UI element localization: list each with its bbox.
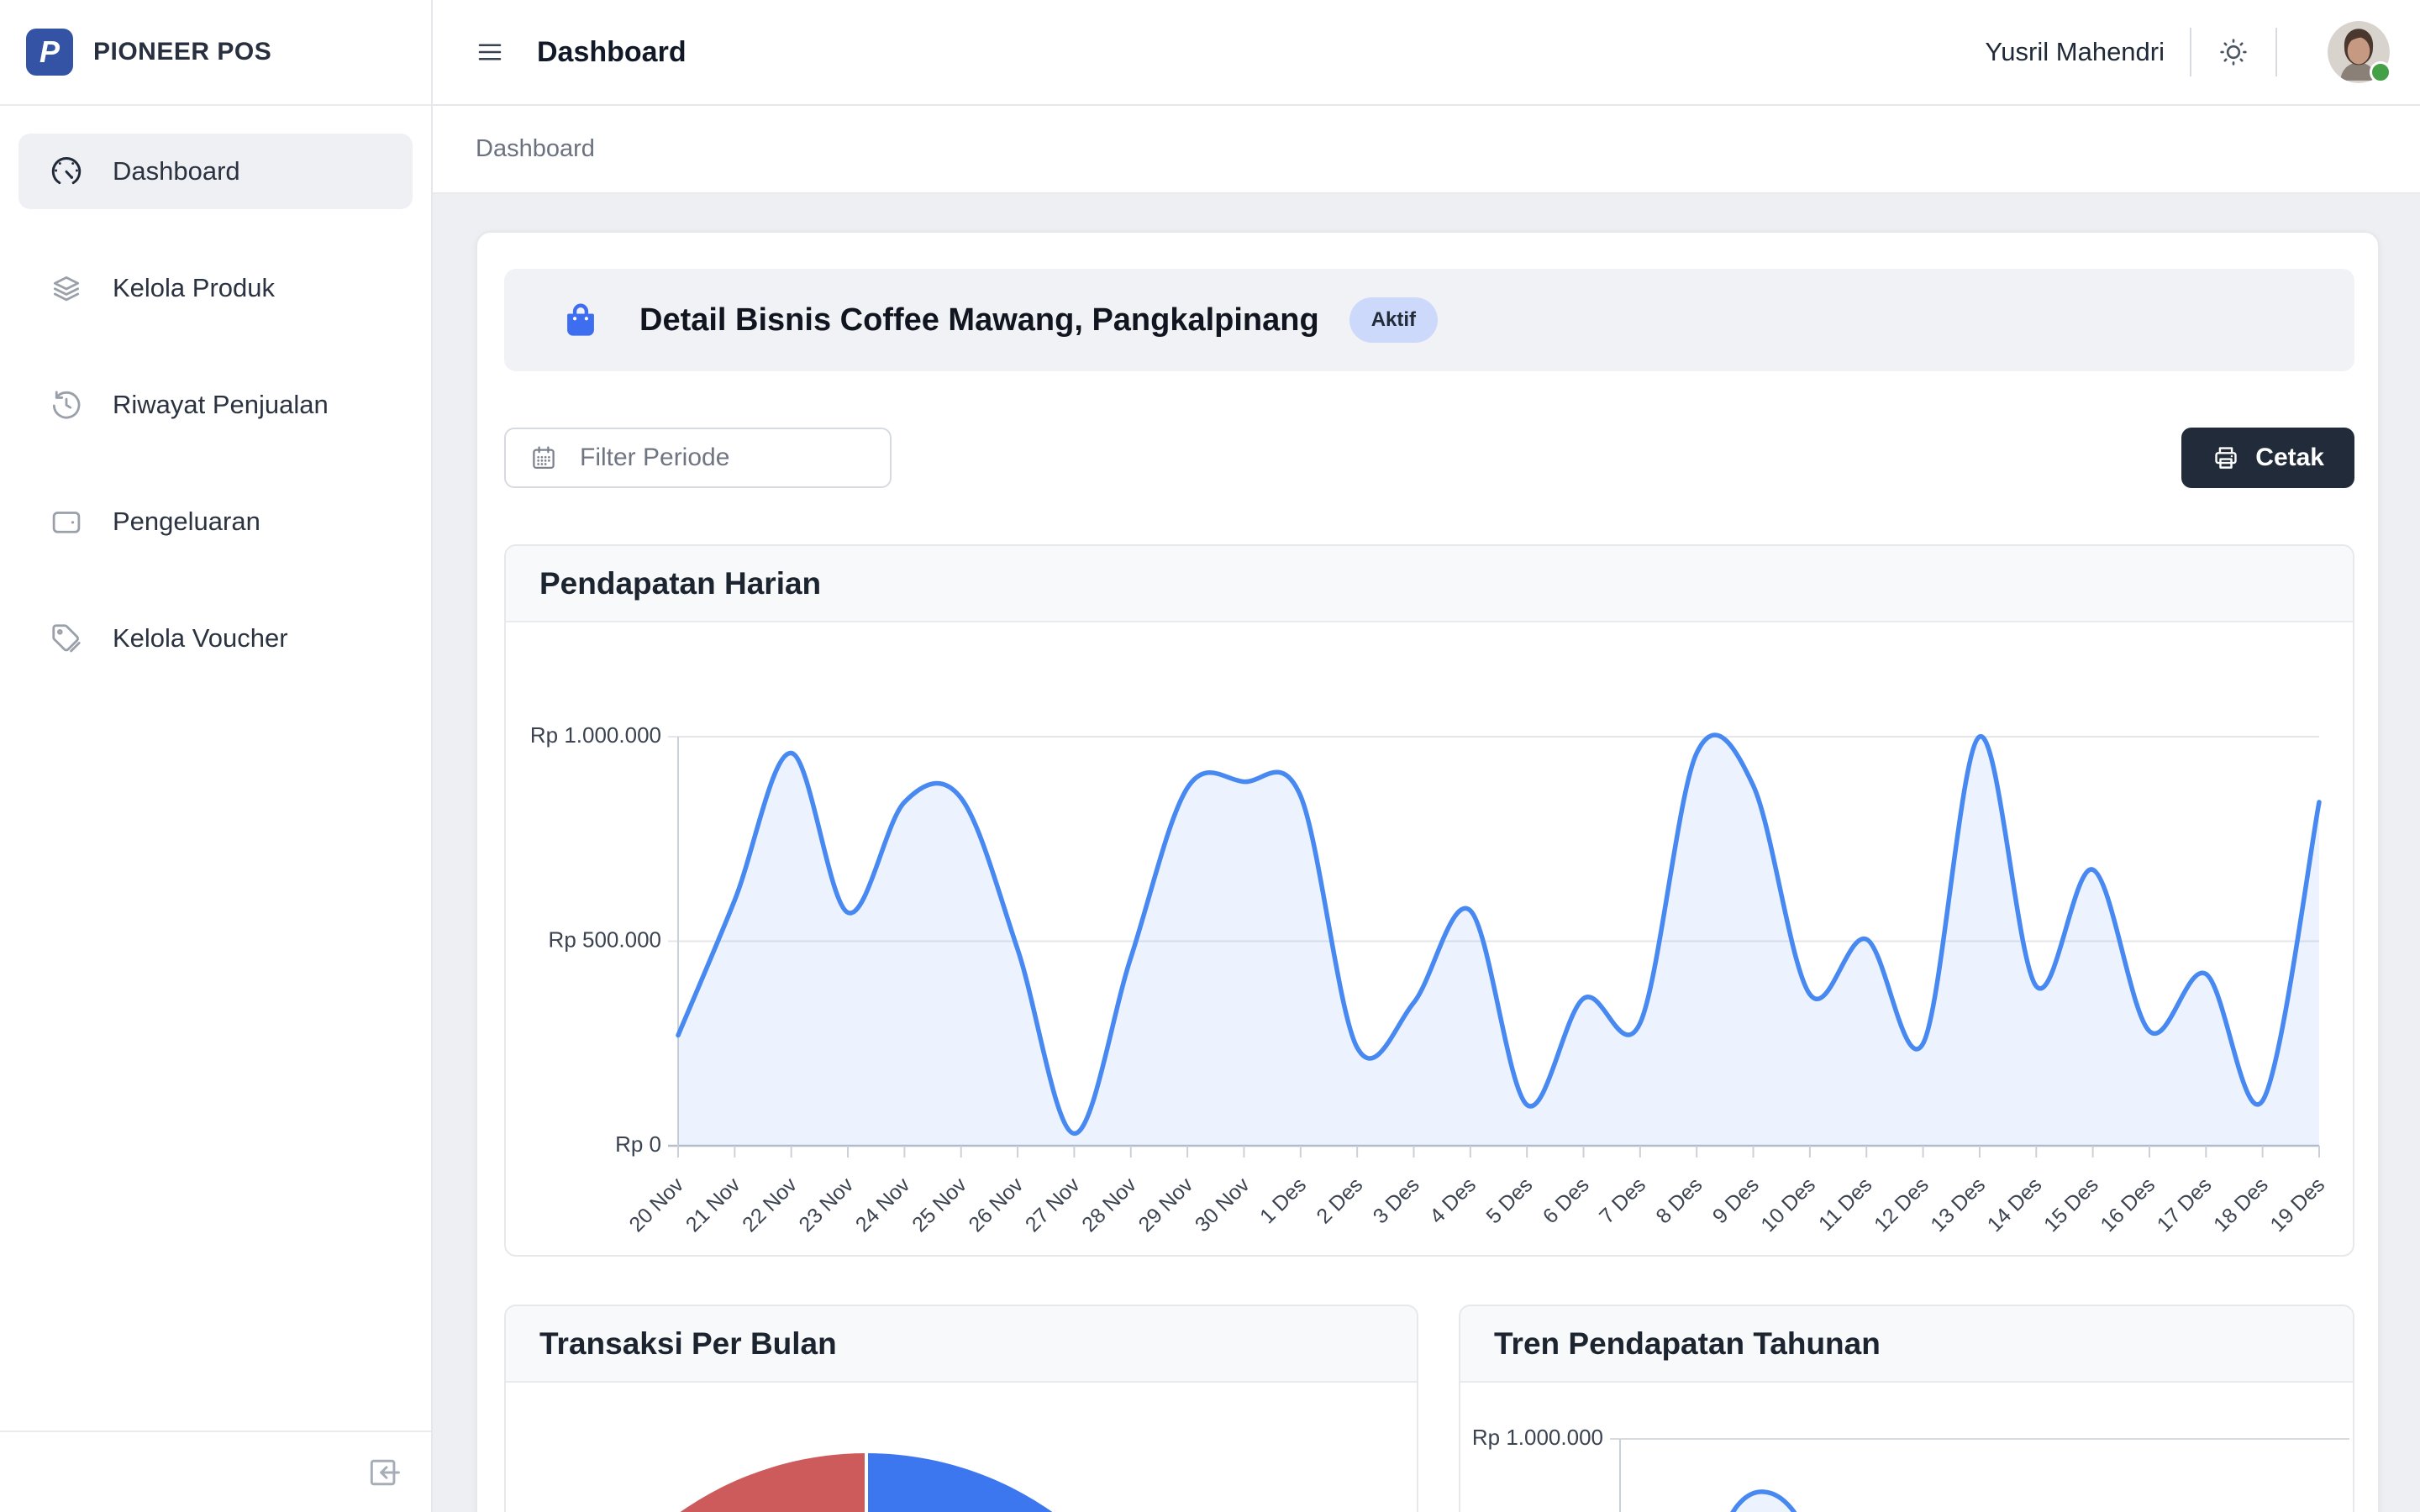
- svg-text:28 Nov: 28 Nov: [1077, 1173, 1141, 1236]
- svg-text:Rp 0: Rp 0: [615, 1131, 661, 1157]
- divider: [2190, 28, 2191, 76]
- svg-text:21 Nov: 21 Nov: [681, 1173, 745, 1236]
- sidebar-item-pengeluaran[interactable]: Pengeluaran: [18, 484, 413, 559]
- sidebar-item-label: Kelola Produk: [113, 273, 275, 303]
- svg-text:11 Des: 11 Des: [1814, 1173, 1877, 1236]
- divider: [2275, 28, 2277, 76]
- filter-periode-label: Filter Periode: [580, 444, 729, 472]
- tren-pendapatan-tahunan-title: Tren Pendapatan Tahunan: [1494, 1326, 1881, 1362]
- pendapatan-harian-chart: Rp 1.000.000 Rp 500.000 Rp 0 20 Nov21 Nov22…: [506, 622, 2353, 1255]
- page-title: Dashboard: [537, 36, 687, 69]
- svg-text:23 Nov: 23 Nov: [794, 1173, 858, 1236]
- printer-icon: [2212, 444, 2240, 472]
- sidebar-item-riwayat-penjualan[interactable]: Riwayat Penjualan: [18, 367, 413, 443]
- panel-header: Transaksi Per Bulan: [506, 1306, 1417, 1383]
- dashboard-card: Detail Bisnis Coffee Mawang, Pangkalpina…: [476, 231, 2380, 1512]
- svg-text:6 Des: 6 Des: [1539, 1173, 1594, 1228]
- svg-text:1 Des: 1 Des: [1255, 1173, 1311, 1228]
- transaksi-per-bulan-chart: [506, 1383, 1417, 1512]
- sidebar-item-label: Kelola Voucher: [113, 623, 288, 654]
- collapse-sidebar-icon[interactable]: [366, 1454, 402, 1491]
- app-root: P PIONEER POS Dashboard Kelola Produk Riwa…: [0, 0, 2420, 1512]
- svg-text:22 Nov: 22 Nov: [738, 1173, 802, 1236]
- layers-icon: [49, 270, 84, 306]
- content-area: Detail Bisnis Coffee Mawang, Pangkalpina…: [433, 194, 2420, 1512]
- tren-pendapatan-tahunan-panel: Tren Pendapatan Tahunan Rp 1.000.000: [1459, 1305, 2354, 1512]
- calendar-icon: [529, 444, 558, 472]
- svg-text:8 Des: 8 Des: [1651, 1173, 1707, 1228]
- pie-slice-divider: [865, 1453, 868, 1512]
- sidebar-nav: Dashboard Kelola Produk Riwayat Penjualan P…: [0, 106, 431, 676]
- svg-text:Rp 1.000.000: Rp 1.000.000: [530, 722, 661, 748]
- svg-text:2 Des: 2 Des: [1312, 1173, 1367, 1228]
- breadcrumb-bar: Dashboard: [433, 106, 2420, 194]
- tren-pendapatan-tahunan-chart: Rp 1.000.000: [1460, 1383, 2353, 1512]
- voucher-icon: [49, 621, 84, 656]
- breadcrumb[interactable]: Dashboard: [476, 135, 595, 163]
- status-badge: Aktif: [1349, 297, 1438, 343]
- cetak-button[interactable]: Cetak: [2181, 428, 2354, 488]
- svg-text:Rp 1.000.000: Rp 1.000.000: [1472, 1425, 1603, 1450]
- sidebar-item-kelola-produk[interactable]: Kelola Produk: [18, 250, 413, 326]
- svg-text:10 Des: 10 Des: [1756, 1173, 1820, 1236]
- business-title: Detail Bisnis Coffee Mawang, Pangkalpina…: [639, 302, 1319, 339]
- hamburger-icon[interactable]: [475, 37, 505, 67]
- svg-text:Rp 500.000: Rp 500.000: [549, 927, 661, 952]
- sun-icon[interactable]: [2217, 35, 2250, 69]
- sidebar-item-dashboard[interactable]: Dashboard: [18, 134, 413, 209]
- svg-text:16 Des: 16 Des: [2096, 1173, 2160, 1236]
- gauge-icon: [49, 154, 84, 189]
- svg-text:17 Des: 17 Des: [2153, 1173, 2217, 1236]
- sidebar-item-label: Dashboard: [113, 156, 240, 186]
- svg-text:12 Des: 12 Des: [1870, 1173, 1933, 1236]
- svg-text:14 Des: 14 Des: [1983, 1173, 2047, 1236]
- svg-text:18 Des: 18 Des: [2209, 1173, 2273, 1236]
- transaksi-per-bulan-title: Transaksi Per Bulan: [539, 1326, 837, 1362]
- pendapatan-harian-title: Pendapatan Harian: [539, 566, 821, 601]
- svg-text:29 Nov: 29 Nov: [1134, 1173, 1198, 1236]
- brand: P PIONEER POS: [0, 0, 431, 106]
- main-column: Dashboard Yusril Mahendri Dashboard: [433, 0, 2420, 1512]
- panel-header: Pendapatan Harian: [506, 546, 2353, 622]
- shopping-bag-icon: [561, 301, 600, 339]
- sidebar-item-label: Pengeluaran: [113, 507, 260, 537]
- bottom-row: Transaksi Per Bulan Tren Pendapatan Tahu…: [504, 1305, 2354, 1512]
- history-icon: [49, 387, 84, 423]
- svg-text:15 Des: 15 Des: [2039, 1173, 2103, 1236]
- svg-text:25 Nov: 25 Nov: [908, 1173, 971, 1236]
- sidebar-item-kelola-voucher[interactable]: Kelola Voucher: [18, 601, 413, 676]
- brand-name: PIONEER POS: [93, 38, 271, 66]
- sidebar-footer: [0, 1431, 431, 1512]
- filter-periode-button[interactable]: Filter Periode: [504, 428, 892, 488]
- svg-text:24 Nov: 24 Nov: [851, 1173, 915, 1236]
- sidebar: P PIONEER POS Dashboard Kelola Produk Riwa…: [0, 0, 433, 1512]
- wallet-icon: [49, 504, 84, 539]
- svg-text:27 Nov: 27 Nov: [1021, 1173, 1085, 1236]
- svg-text:9 Des: 9 Des: [1708, 1173, 1764, 1228]
- svg-text:5 Des: 5 Des: [1481, 1173, 1537, 1228]
- svg-text:30 Nov: 30 Nov: [1191, 1173, 1255, 1236]
- cetak-label: Cetak: [2255, 444, 2324, 472]
- sidebar-item-label: Riwayat Penjualan: [113, 390, 329, 420]
- svg-text:7 Des: 7 Des: [1595, 1173, 1650, 1228]
- user-name: Yusril Mahendri: [1985, 37, 2165, 67]
- toolbar: Filter Periode Cetak: [504, 428, 2354, 488]
- svg-text:19 Des: 19 Des: [2265, 1173, 2329, 1236]
- svg-text:4 Des: 4 Des: [1425, 1173, 1481, 1228]
- svg-text:20 Nov: 20 Nov: [624, 1173, 688, 1236]
- svg-text:13 Des: 13 Des: [1926, 1173, 1990, 1236]
- online-status-badge: [2370, 61, 2391, 83]
- transaksi-per-bulan-panel: Transaksi Per Bulan: [504, 1305, 1418, 1512]
- svg-text:26 Nov: 26 Nov: [964, 1173, 1028, 1236]
- svg-text:3 Des: 3 Des: [1369, 1173, 1424, 1228]
- avatar[interactable]: [2328, 21, 2390, 83]
- business-detail-banner: Detail Bisnis Coffee Mawang, Pangkalpina…: [504, 269, 2354, 371]
- topbar: Dashboard Yusril Mahendri: [433, 0, 2420, 106]
- panel-header: Tren Pendapatan Tahunan: [1460, 1306, 2353, 1383]
- pendapatan-harian-panel: Pendapatan Harian Rp 1.000.000 Rp 500.000…: [504, 544, 2354, 1257]
- brand-logo-icon: P: [26, 29, 73, 76]
